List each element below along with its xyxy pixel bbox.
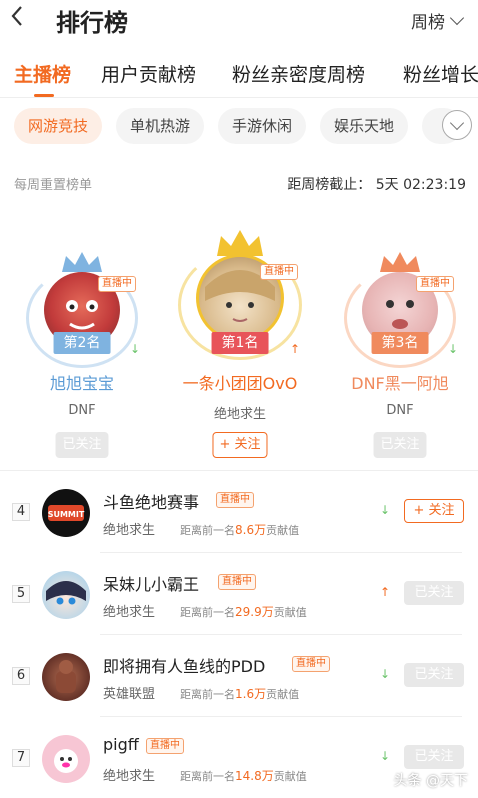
followed-button[interactable]: 已关注	[404, 581, 464, 605]
live-badge: 直播中	[416, 276, 454, 292]
countdown-label: 距周榜截止：	[287, 177, 372, 193]
rank-ribbon: 第2名	[53, 332, 111, 354]
tab-fan-growth[interactable]: 粉丝增长	[403, 60, 478, 87]
followed-button[interactable]: 已关注	[404, 663, 464, 687]
live-badge: 直播中	[146, 738, 184, 754]
rank-list: 4 SUMMIT 斗鱼绝地赛事 直播中 绝地求生 距离前一名8.6万贡献值 ↓ …	[0, 470, 478, 784]
trend-down-icon: ↓	[448, 342, 459, 356]
anchor-name[interactable]: 旭旭宝宝	[2, 370, 162, 394]
anchor-game: 绝地求生	[103, 605, 156, 620]
avatar[interactable]	[42, 735, 90, 783]
countdown-value: 5天 02:23:19	[375, 177, 466, 193]
list-item[interactable]: 4 SUMMIT 斗鱼绝地赛事 直播中 绝地求生 距离前一名8.6万贡献值 ↓ …	[0, 471, 478, 553]
watermark: 头条 @天下	[393, 773, 468, 789]
trend-up-icon: ↑	[290, 342, 301, 356]
anchor-name[interactable]: 即将拥有人鱼线的PDD	[103, 653, 265, 677]
subcategory-chips: 网游竞技 单机热游 手游休闲 娱乐天地	[0, 108, 478, 146]
live-badge: 直播中	[260, 264, 298, 280]
anchor-game: 绝地求生	[103, 769, 156, 784]
follow-button[interactable]: + 关注	[212, 432, 268, 458]
live-badge: 直播中	[292, 656, 330, 672]
anchor-name[interactable]: 呆妹儿小霸王	[103, 571, 199, 595]
anchor-name[interactable]: DNF黑一阿旭	[320, 370, 478, 394]
anchor-game: 绝地求生	[213, 407, 266, 422]
svg-text:SUMMIT: SUMMIT	[48, 510, 85, 519]
rank-number: 7	[12, 749, 30, 767]
followed-button[interactable]: 已关注	[373, 432, 427, 458]
anchor-game: DNF	[68, 403, 96, 418]
page-title: 排行榜	[56, 9, 128, 37]
trend-up-icon: ↑	[380, 585, 391, 599]
rank-number: 5	[12, 585, 30, 603]
tab-fan-intimacy-weekly[interactable]: 粉丝亲密度周榜	[232, 60, 365, 87]
anchor-game: DNF	[386, 403, 414, 418]
list-item[interactable]: 6 即将拥有人鱼线的PDD 直播中 英雄联盟 距离前一名1.6万贡献值 ↓ 已关…	[0, 635, 478, 717]
rank-ribbon: 第3名	[371, 332, 429, 354]
chevron-left-icon[interactable]	[10, 4, 36, 34]
chip-mobile-casual[interactable]: 手游休闲	[218, 108, 307, 144]
tab-user-contribution[interactable]: 用户贡献榜	[101, 60, 196, 87]
period-label: 周榜	[411, 13, 445, 33]
list-item[interactable]: 5 呆妹儿小霸王 直播中 绝地求生 距离前一名29.9万贡献值 ↑ 已关注	[0, 553, 478, 635]
trend-down-icon: ↓	[380, 667, 391, 681]
live-badge: 直播中	[216, 492, 254, 508]
anchor-name[interactable]: 一条小团团OvO	[160, 370, 320, 394]
countdown: 距周榜截止： 5天 02:23:19	[287, 174, 466, 194]
trend-down-icon: ↓	[130, 342, 141, 356]
follow-button[interactable]: + 关注	[404, 499, 464, 523]
anchor-game: 绝地求生	[103, 523, 156, 538]
expand-chips-icon[interactable]	[442, 110, 472, 140]
period-selector[interactable]: 周榜	[411, 8, 465, 33]
chevron-down-icon	[449, 10, 465, 26]
gap-text: 距离前一名8.6万贡献值	[180, 523, 300, 537]
live-badge: 直播中	[218, 574, 256, 590]
avatar[interactable]: SUMMIT	[42, 489, 90, 537]
rank-number: 6	[12, 667, 30, 685]
gap-text: 距离前一名1.6万贡献值	[180, 687, 300, 701]
trend-down-icon: ↓	[380, 749, 391, 763]
gap-text: 距离前一名14.8万贡献值	[180, 769, 307, 783]
active-tab-indicator	[34, 94, 54, 97]
anchor-name[interactable]: 斗鱼绝地赛事	[103, 489, 199, 513]
anchor-game: 英雄联盟	[103, 687, 156, 702]
trend-down-icon: ↓	[380, 503, 391, 517]
gap-text: 距离前一名29.9万贡献值	[180, 605, 307, 619]
chip-entertainment[interactable]: 娱乐天地	[320, 108, 409, 144]
rank-number: 4	[12, 503, 30, 521]
anchor-name[interactable]: pigff	[103, 735, 139, 754]
chip-single-player[interactable]: 单机热游	[116, 108, 205, 144]
reset-note: 每周重置榜单	[14, 178, 93, 193]
chip-online-competitive[interactable]: 网游竞技	[14, 108, 103, 144]
avatar[interactable]	[42, 653, 90, 701]
avatar[interactable]	[42, 571, 90, 619]
header-bar: 排行榜 周榜	[0, 0, 478, 44]
live-badge: 直播中	[98, 276, 136, 292]
followed-button[interactable]: 已关注	[55, 432, 109, 458]
rank-ribbon: 第1名	[211, 332, 269, 354]
tab-anchor-rank[interactable]: 主播榜	[14, 60, 71, 87]
followed-button[interactable]: 已关注	[404, 745, 464, 769]
category-tabs: 主播榜 用户贡献榜 粉丝亲密度周榜 粉丝增长	[0, 56, 478, 98]
